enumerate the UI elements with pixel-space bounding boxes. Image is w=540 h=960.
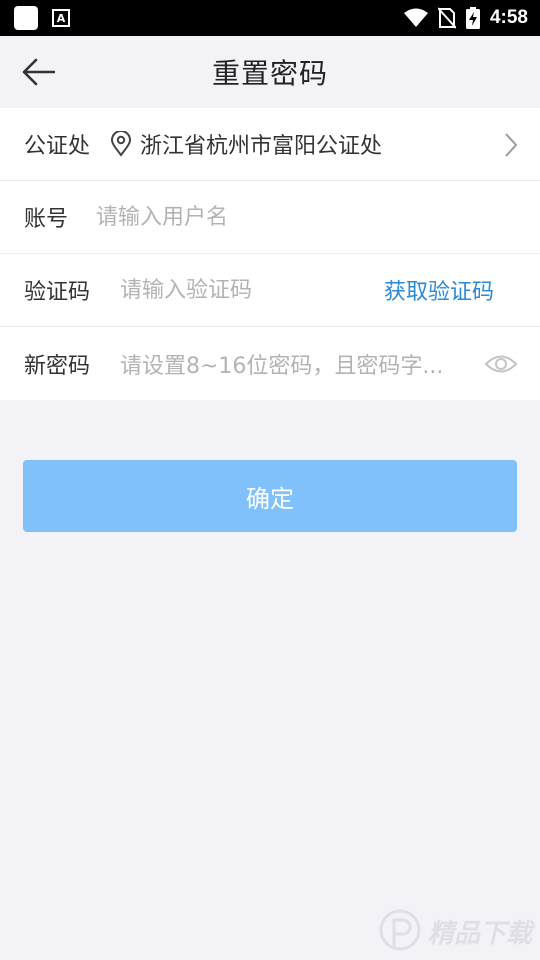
- watermark-text: 精品下载: [427, 918, 532, 949]
- verification-code-input[interactable]: [120, 277, 384, 303]
- new-password-label: 新密码: [24, 353, 91, 379]
- back-arrow-icon: [22, 58, 55, 86]
- eye-icon: [484, 355, 518, 372]
- reset-password-form: 公证处 浙江省杭州市富阳公证处 账号 验证码 获取验证码 新密码 请设置8~16…: [0, 108, 540, 400]
- wifi-icon: [403, 8, 428, 27]
- app-square-icon: [14, 6, 38, 30]
- account-input[interactable]: [96, 204, 516, 230]
- page-title: 重置密码: [211, 57, 328, 90]
- account-row: 账号: [0, 181, 540, 254]
- notary-value: 浙江省杭州市富阳公证处: [140, 134, 383, 159]
- confirm-button[interactable]: 确定: [23, 460, 517, 532]
- verification-code-row: 验证码 获取验证码: [0, 254, 540, 327]
- watermark: 精品下载: [378, 908, 532, 954]
- get-code-button[interactable]: 获取验证码: [384, 274, 494, 306]
- new-password-row: 新密码 请设置8~16位密码，且密码字...: [0, 327, 540, 400]
- status-bar: A 4:58: [0, 0, 540, 36]
- battery-charging-icon: [465, 7, 480, 29]
- toggle-password-visibility-button[interactable]: [484, 353, 518, 375]
- app-bar: 重置密码: [0, 36, 540, 108]
- chevron-right-icon: [505, 133, 518, 157]
- new-password-input[interactable]: 请设置8~16位密码，且密码字...: [120, 348, 466, 380]
- back-button[interactable]: [18, 54, 58, 90]
- no-sim-icon: [437, 7, 456, 29]
- watermark-logo-icon: [379, 909, 421, 951]
- clock-time: 4:58: [489, 7, 528, 28]
- notary-row[interactable]: 公证处 浙江省杭州市富阳公证处: [0, 108, 540, 181]
- confirm-container: 确定: [0, 460, 540, 532]
- notary-label: 公证处: [24, 134, 91, 159]
- code-label: 验证码: [24, 280, 91, 305]
- location-pin-icon: [111, 131, 132, 157]
- notary-selector[interactable]: 浙江省杭州市富阳公证处: [110, 128, 516, 160]
- account-label: 账号: [24, 207, 69, 232]
- font-a-icon: A: [52, 9, 70, 27]
